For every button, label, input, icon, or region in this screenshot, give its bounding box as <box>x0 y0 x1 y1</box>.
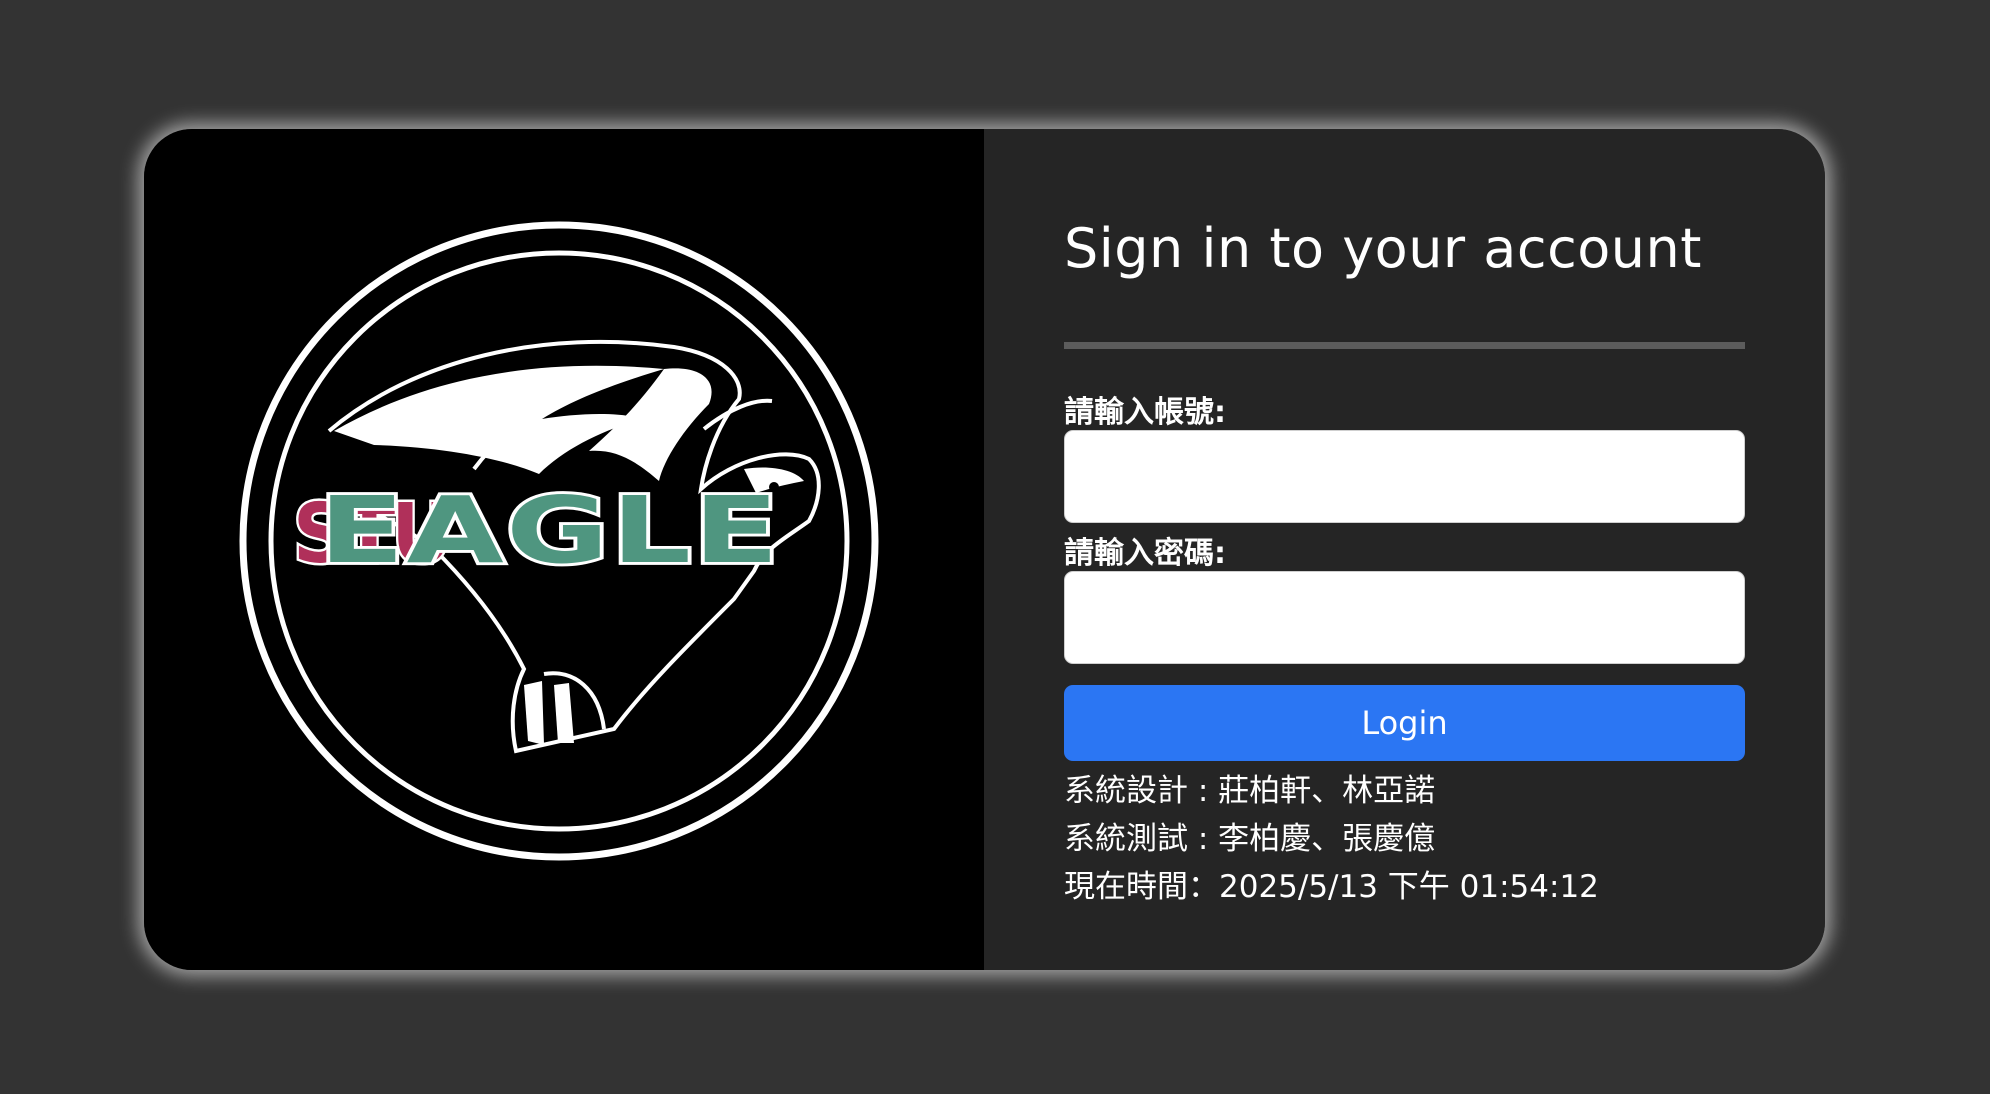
current-time: 現在時間：2025/5/13 下午 01:54:12 <box>1064 869 1599 905</box>
stu-eagle-logo: STU EAGLE <box>239 221 879 861</box>
logo-panel: STU EAGLE <box>144 129 984 970</box>
system-testing-credit: 系統測試 : 李柏慶、張慶億 <box>1064 821 1436 857</box>
username-label: 請輸入帳號: <box>1064 395 1226 430</box>
password-input[interactable] <box>1064 571 1745 664</box>
logo-eagle-text: EAGLE <box>319 477 782 584</box>
password-label: 請輸入密碼: <box>1064 536 1226 571</box>
login-button[interactable]: Login <box>1064 685 1745 761</box>
username-input[interactable] <box>1064 430 1745 523</box>
system-design-credit: 系統設計 : 莊柏軒、林亞諾 <box>1064 773 1436 809</box>
title-divider <box>1064 342 1745 349</box>
sign-in-panel: Sign in to your account 請輸入帳號: 請輸入密碼: Lo… <box>984 129 1825 970</box>
login-card: STU EAGLE Sign in to your account 請輸入帳號:… <box>144 129 1825 970</box>
sign-in-title: Sign in to your account <box>1064 217 1702 280</box>
